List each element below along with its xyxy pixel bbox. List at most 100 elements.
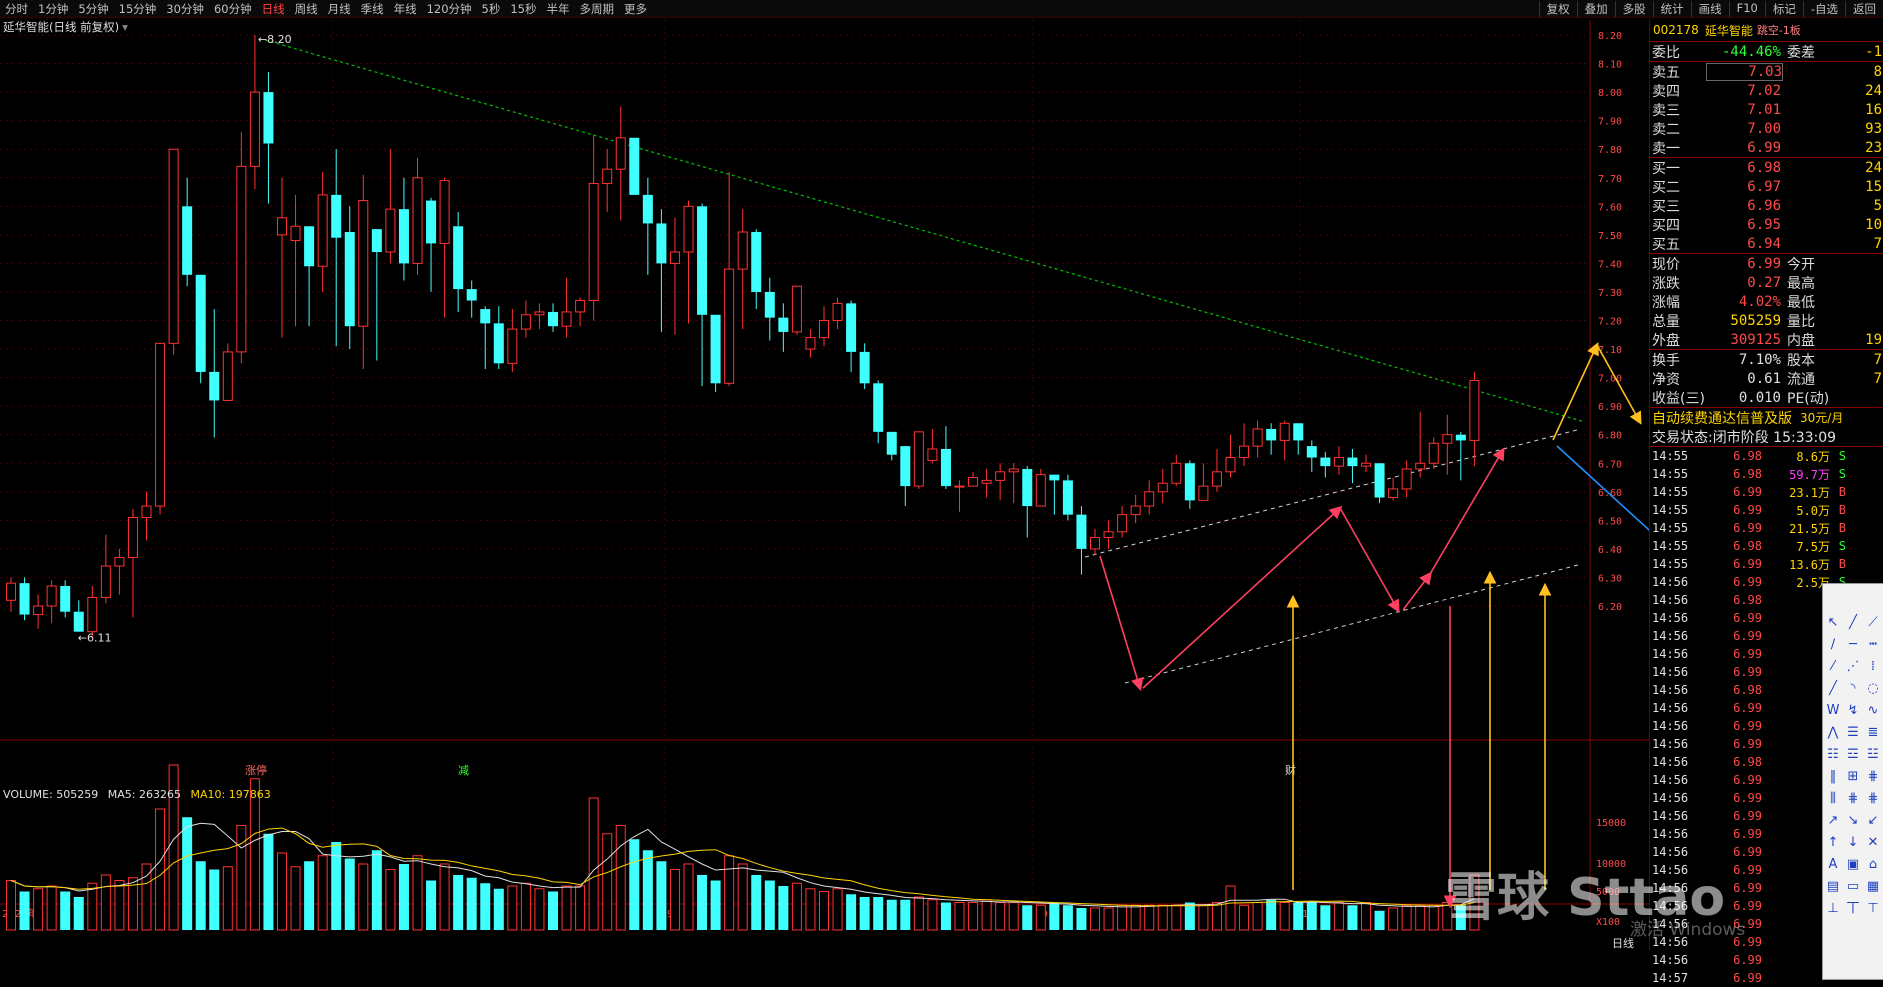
- volume-bar: [33, 888, 44, 931]
- draw-tool-icon[interactable]: ⁞: [1863, 656, 1883, 678]
- tick-time: 14:55: [1652, 557, 1689, 571]
- draw-tool-icon[interactable]: ☲: [1843, 744, 1863, 766]
- order-label: 买一: [1652, 160, 1680, 177]
- volume-bar: [697, 875, 708, 930]
- draw-tool-icon[interactable]: ⊞: [1843, 766, 1863, 788]
- draw-tool-icon[interactable]: ▣: [1843, 854, 1863, 876]
- candle-body: [358, 200, 369, 327]
- draw-tool-icon[interactable]: ⋰: [1843, 656, 1863, 678]
- order-price: 7.03: [1706, 62, 1783, 81]
- draw-tool-icon[interactable]: ⋕: [1863, 788, 1883, 810]
- draw-tool-icon[interactable]: ∕: [1823, 634, 1843, 656]
- stat-value-2: 19: [1865, 331, 1882, 348]
- draw-tool-icon[interactable]: ↑: [1823, 832, 1843, 854]
- draw-tool-icon[interactable]: ‖: [1823, 766, 1843, 788]
- tool-button[interactable]: 画线: [1690, 0, 1729, 17]
- draw-tool-icon[interactable]: ☷: [1823, 744, 1843, 766]
- tick-time: 14:55: [1652, 521, 1689, 535]
- tool-button[interactable]: 标记: [1764, 0, 1803, 17]
- candle-body: [1184, 463, 1195, 501]
- draw-tool-icon[interactable]: ☰: [1843, 722, 1863, 744]
- draw-tool-icon[interactable]: A: [1823, 854, 1843, 876]
- volume-bar: [182, 817, 193, 930]
- draw-tool-icon[interactable]: ⋕: [1863, 766, 1883, 788]
- draw-tool-icon[interactable]: ≣: [1863, 722, 1883, 744]
- order-row[interactable]: 买三 6.96 5: [1650, 196, 1883, 215]
- tool-button[interactable]: 统计: [1652, 0, 1691, 17]
- status-value: 闭市阶段 15:33:09: [1712, 429, 1837, 446]
- tick-direction: B: [1838, 503, 1846, 517]
- order-row[interactable]: 买二 6.97 15: [1650, 177, 1883, 196]
- draw-tool-icon[interactable]: ┅: [1863, 634, 1883, 656]
- draw-tool-icon[interactable]: ↗: [1823, 810, 1843, 832]
- tool-button[interactable]: 返回: [1845, 0, 1883, 17]
- candle-body: [886, 431, 897, 455]
- order-row[interactable]: 卖二 7.00 93: [1650, 119, 1883, 138]
- draw-tool-icon[interactable]: 丅: [1843, 898, 1863, 920]
- candle-body: [236, 165, 247, 353]
- draw-tool-icon[interactable]: ╱: [1823, 678, 1843, 700]
- tick-time: 14:56: [1652, 683, 1689, 697]
- order-row[interactable]: 买四 6.95 10: [1650, 215, 1883, 234]
- candle-body: [1455, 434, 1466, 441]
- draw-tool-icon[interactable]: ─: [1843, 634, 1863, 656]
- share-value: 0.010: [1738, 389, 1781, 406]
- draw-tool-icon[interactable]: W: [1823, 700, 1843, 722]
- draw-tool-icon[interactable]: ↓: [1843, 832, 1863, 854]
- kline-chart[interactable]: 8.20 8.10 8.00 7.90 7.80 7.70 7.60 7.50 7.40 7.30…: [0, 0, 1649, 950]
- order-row[interactable]: 卖三 7.01 16: [1650, 100, 1883, 119]
- price-stats: 现价 6.99 今开 涨跌 0.27 最高 涨幅 4.02% 最低 总量 505259 量比 外盘 309…: [1650, 253, 1883, 349]
- promo-row[interactable]: 自动续费通达信普及版 30元/月: [1650, 407, 1883, 427]
- draw-tool-icon[interactable]: ∿: [1863, 700, 1883, 722]
- volume-bar: [19, 891, 30, 930]
- draw-tool-icon[interactable]: ↙: [1863, 810, 1883, 832]
- draw-tool-icon[interactable]: ⁄: [1823, 656, 1843, 678]
- promo-text[interactable]: 自动续费通达信普及版: [1650, 408, 1792, 428]
- draw-tool-icon[interactable]: ⋕: [1843, 788, 1863, 810]
- volume-bar: [669, 869, 680, 931]
- draw-tool-icon[interactable]: ☳: [1863, 744, 1883, 766]
- draw-tool-icon[interactable]: ✕: [1863, 832, 1883, 854]
- volume-bar: [995, 902, 1006, 931]
- candle-body: [1347, 457, 1358, 467]
- stat-label: 外盘: [1652, 332, 1680, 349]
- draw-tool-icon[interactable]: ⟋: [1863, 612, 1883, 634]
- draw-tool-icon[interactable]: ▭: [1843, 876, 1863, 898]
- draw-tool-icon[interactable]: ⫼: [1823, 788, 1843, 810]
- order-row[interactable]: 卖五 7.03 8: [1650, 62, 1883, 81]
- stat-value: 309125: [1730, 331, 1781, 348]
- volume-bar: [222, 866, 233, 931]
- candle-body: [1198, 485, 1209, 501]
- draw-tool-icon[interactable]: ↯: [1843, 700, 1863, 722]
- candle-body: [209, 371, 220, 401]
- candle-body: [1239, 445, 1250, 459]
- volume-bar: [737, 863, 748, 931]
- tool-button[interactable]: F10: [1728, 0, 1765, 17]
- draw-tool-icon[interactable]: ▤: [1823, 876, 1843, 898]
- volume-bar: [371, 850, 382, 930]
- draw-tool-icon[interactable]: ⋀: [1823, 722, 1843, 744]
- candle-body: [1171, 462, 1182, 484]
- order-row[interactable]: 卖一 6.99 23: [1650, 138, 1883, 157]
- draw-tool-icon[interactable]: ▦: [1863, 876, 1883, 898]
- order-row[interactable]: 买五 6.94 7: [1650, 234, 1883, 253]
- draw-tool-icon[interactable]: ╱: [1843, 612, 1863, 634]
- drawing-toolbar: ↖ ╱ ⟋ ∕ ─ ┅ ⁄ ⋰ ⁞ ╱ ◝ ◌ W ↯ ∿ ⋀ ☰ ≣ ☷ ☲ ☳ ‖ ⊞ ⋕ ⫼ ⋕ ⋕ ↗ ↘ ↙ ↑ ↓ ✕ A ▣ ⌂ ▤ ▭ ▦ ⊥…: [1822, 583, 1883, 980]
- order-volume: 7: [1873, 235, 1882, 252]
- tick-direction: B: [1838, 521, 1846, 535]
- order-row[interactable]: 卖四 7.02 24: [1650, 81, 1883, 100]
- volume-bar: [1157, 904, 1168, 931]
- order-row[interactable]: 买一 6.98 24: [1650, 158, 1883, 177]
- tick-time: 14:56: [1652, 647, 1689, 661]
- draw-tool-icon[interactable]: ⊥: [1823, 898, 1843, 920]
- draw-tool-icon[interactable]: ↘: [1843, 810, 1863, 832]
- draw-tool-icon[interactable]: ◝: [1843, 678, 1863, 700]
- draw-tool-icon[interactable]: ↖: [1823, 612, 1843, 634]
- candle-body: [615, 137, 626, 170]
- tick-row: 14:55 6.99 5.0万 B: [1650, 501, 1883, 519]
- draw-tool-icon[interactable]: ◌: [1863, 678, 1883, 700]
- draw-tool-icon[interactable]: ⊤: [1863, 898, 1883, 920]
- tick-price: 6.99: [1733, 521, 1762, 535]
- draw-tool-icon[interactable]: ⌂: [1863, 854, 1883, 876]
- tool-button[interactable]: -自选: [1802, 0, 1845, 17]
